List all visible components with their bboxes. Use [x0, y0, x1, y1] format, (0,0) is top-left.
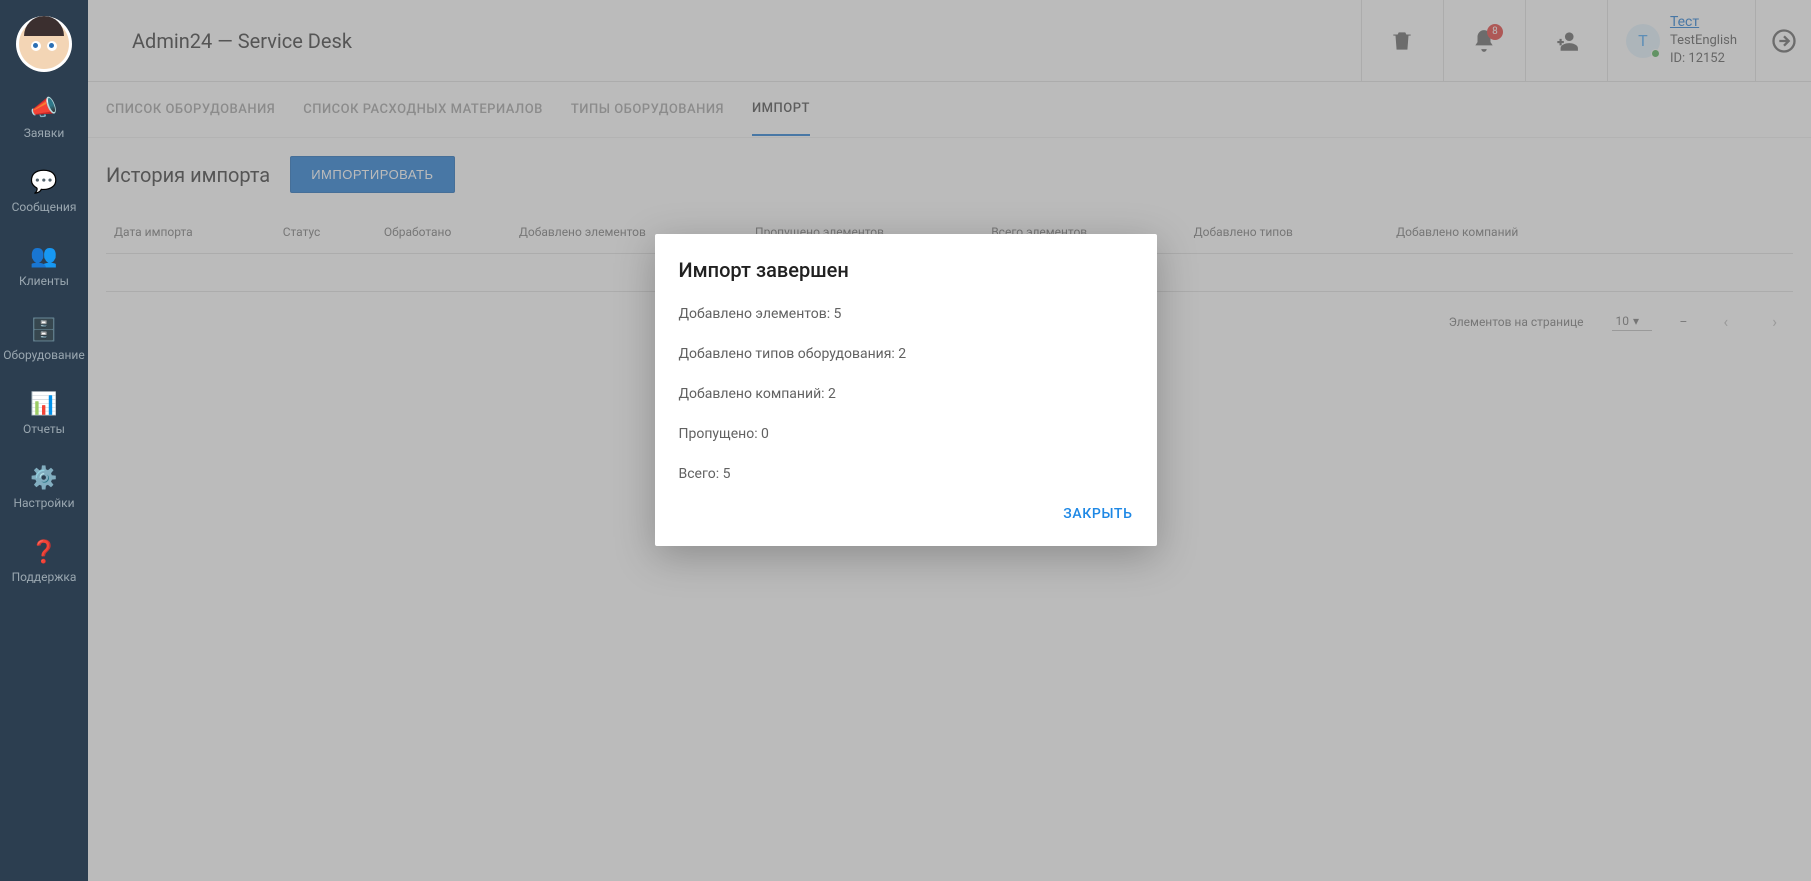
- sidebar-item-requests[interactable]: 📣 Заявки: [0, 80, 88, 154]
- profile-avatar[interactable]: [16, 16, 72, 72]
- sidebar-item-label: Поддержка: [12, 570, 77, 584]
- sidebar-item-label: Настройки: [13, 496, 74, 510]
- sidebar-item-equipment[interactable]: 🗄️ Оборудование: [0, 302, 88, 376]
- modal-line-added-types: Добавлено типов оборудования: 2: [679, 346, 1133, 362]
- modal-line-total: Всего: 5: [679, 466, 1133, 482]
- modal-close-button[interactable]: ЗАКРЫТЬ: [1063, 506, 1132, 522]
- sidebar-item-label: Оборудование: [3, 348, 84, 362]
- sidebar-item-messages[interactable]: 💬 Сообщения: [0, 154, 88, 228]
- megaphone-icon: 📣: [30, 94, 58, 122]
- import-complete-modal: Импорт завершен Добавлено элементов: 5 Д…: [655, 234, 1157, 546]
- modal-actions: ЗАКРЫТЬ: [679, 506, 1133, 522]
- settings-icon: ⚙️: [30, 464, 58, 492]
- sidebar-nav: 📣 Заявки 💬 Сообщения 👥 Клиенты 🗄️ Оборуд…: [0, 0, 88, 881]
- modal-line-added-elements: Добавлено элементов: 5: [679, 306, 1133, 322]
- sidebar-item-settings[interactable]: ⚙️ Настройки: [0, 450, 88, 524]
- sidebar-item-label: Отчеты: [23, 422, 65, 436]
- sidebar-item-clients[interactable]: 👥 Клиенты: [0, 228, 88, 302]
- chat-icon: 💬: [30, 168, 58, 196]
- reports-icon: 📊: [30, 390, 58, 418]
- modal-title: Импорт завершен: [679, 258, 1133, 282]
- modal-line-added-companies: Добавлено компаний: 2: [679, 386, 1133, 402]
- sidebar-item-label: Заявки: [24, 126, 65, 140]
- sidebar-item-reports[interactable]: 📊 Отчеты: [0, 376, 88, 450]
- equipment-icon: 🗄️: [30, 316, 58, 344]
- sidebar-item-label: Сообщения: [12, 200, 77, 214]
- modal-line-skipped: Пропущено: 0: [679, 426, 1133, 442]
- support-icon: ❓: [30, 538, 58, 566]
- people-icon: 👥: [30, 242, 58, 270]
- sidebar-item-support[interactable]: ❓ Поддержка: [0, 524, 88, 598]
- sidebar-item-label: Клиенты: [19, 274, 69, 288]
